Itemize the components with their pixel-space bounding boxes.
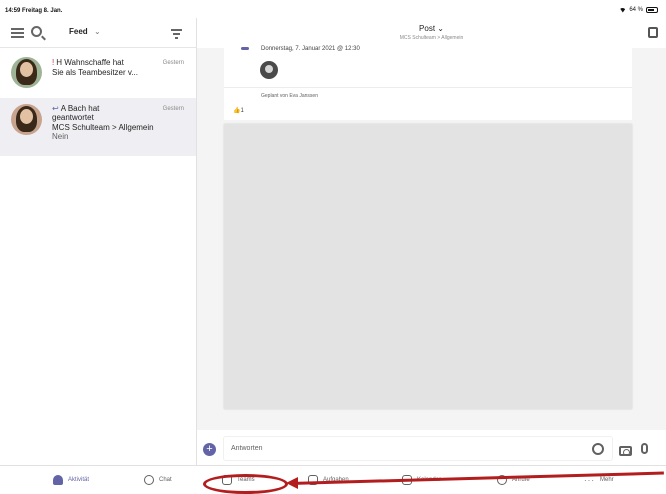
feed-item-line1: A Bach hat xyxy=(60,104,100,113)
post-divider xyxy=(224,87,632,88)
reply-input[interactable]: Antworten xyxy=(223,436,613,461)
conversation-area: Donnerstag, 7. Januar 2021 @ 12:30 Gepla… xyxy=(197,46,666,430)
tab-aktivitaet[interactable]: Aktivität xyxy=(53,470,89,490)
feed-title[interactable]: Feed xyxy=(69,27,88,36)
chat-icon xyxy=(144,475,154,485)
feed-item-line2: Sie als Teambesitzer v... xyxy=(52,68,138,77)
feed-list: ! H Wahnschaffe hat Sie als Teambesitzer … xyxy=(0,48,197,465)
feed-header: Feed ⌄ xyxy=(0,18,197,48)
avatar-face xyxy=(20,62,33,77)
open-teams-icon[interactable] xyxy=(648,27,658,38)
feed-item-title: ! H Wahnschaffe hat xyxy=(52,58,124,67)
tasks-icon xyxy=(308,475,318,485)
status-bar: 14:59 Freitag 8. Jan. 64 % xyxy=(0,6,666,18)
status-time-date: 14:59 Freitag 8. Jan. xyxy=(5,8,63,14)
reply-placeholder: Antworten xyxy=(231,445,263,452)
feed-item-line2: geantwortet xyxy=(52,113,94,122)
post-avatar[interactable] xyxy=(260,61,278,79)
feed-item-channel: MCS Schulteam > Allgemein xyxy=(52,123,154,132)
battery-icon xyxy=(646,7,658,13)
tab-aufgaben[interactable]: Aufgaben xyxy=(308,470,349,490)
avatar xyxy=(11,104,42,135)
tab-label: Anrufe xyxy=(512,477,530,483)
feed-item-antwort[interactable]: ↩ A Bach hat geantwortet MCS Schulteam > … xyxy=(0,98,196,156)
post-header: Post ⌄ MCS Schulteam > Allgemein xyxy=(197,18,666,48)
tab-label: Mehr xyxy=(600,477,614,483)
tab-label: Teams xyxy=(237,477,255,483)
tab-anrufe[interactable]: Anrufe xyxy=(497,470,530,490)
post-card: Donnerstag, 7. Januar 2021 @ 12:30 Gepla… xyxy=(224,46,632,120)
post-date: Donnerstag, 7. Januar 2021 @ 12:30 xyxy=(261,46,360,52)
feed-item-preview: Nein xyxy=(52,132,69,141)
tab-label: Aktivität xyxy=(68,477,90,483)
teams-icon xyxy=(222,475,232,485)
reply-icon: ↩ xyxy=(52,104,59,113)
tab-bar: Aktivität Chat Teams Aufgaben Kalender A… xyxy=(0,465,666,494)
bell-icon xyxy=(53,475,63,485)
post-title[interactable]: Post ⌄ xyxy=(197,24,666,33)
chevron-down-icon[interactable]: ⌄ xyxy=(94,27,101,36)
tab-label: Kalender xyxy=(417,477,442,483)
feed-item-teambesitzer[interactable]: ! H Wahnschaffe hat Sie als Teambesitzer … xyxy=(0,48,196,98)
avatar xyxy=(11,57,42,88)
menu-icon[interactable] xyxy=(11,28,24,38)
tab-teams[interactable]: Teams xyxy=(222,470,255,490)
compose-bar: + Antworten xyxy=(197,430,666,465)
tab-mehr[interactable]: ··· Mehr xyxy=(584,470,614,490)
tab-label: Aufgaben xyxy=(323,477,349,483)
post-planned-by: Geplant von Eva Janssen xyxy=(261,93,318,99)
alert-icon: ! xyxy=(52,58,55,67)
feed-item-time: Gestern xyxy=(162,60,184,66)
filter-icon[interactable] xyxy=(171,29,182,39)
battery-percent: 64 % xyxy=(629,7,643,13)
feed-item-line1: H Wahnschaffe hat xyxy=(56,58,124,67)
wifi-icon xyxy=(619,7,627,13)
status-icons: 64 % xyxy=(619,7,658,13)
more-icon: ··· xyxy=(584,475,595,485)
feed-item-time: Gestern xyxy=(162,106,184,112)
search-icon[interactable] xyxy=(31,26,42,37)
post-breadcrumb: MCS Schulteam > Allgemein xyxy=(399,35,464,41)
phone-icon xyxy=(497,475,507,485)
calendar-icon xyxy=(402,475,412,485)
microphone-icon[interactable] xyxy=(641,443,648,454)
tab-kalender[interactable]: Kalender xyxy=(402,470,441,490)
like-reaction[interactable]: 👍1 xyxy=(233,107,244,114)
emoji-icon[interactable] xyxy=(592,443,604,455)
avatar-face xyxy=(20,109,33,124)
post-image-card[interactable] xyxy=(224,124,632,409)
post-marker xyxy=(241,47,249,50)
add-button[interactable]: + xyxy=(203,443,216,456)
feed-item-title: ↩ A Bach hat xyxy=(52,104,99,113)
camera-icon[interactable] xyxy=(619,446,632,456)
like-count: 1 xyxy=(240,108,244,114)
tab-chat[interactable]: Chat xyxy=(144,470,172,490)
tab-label: Chat xyxy=(159,477,172,483)
